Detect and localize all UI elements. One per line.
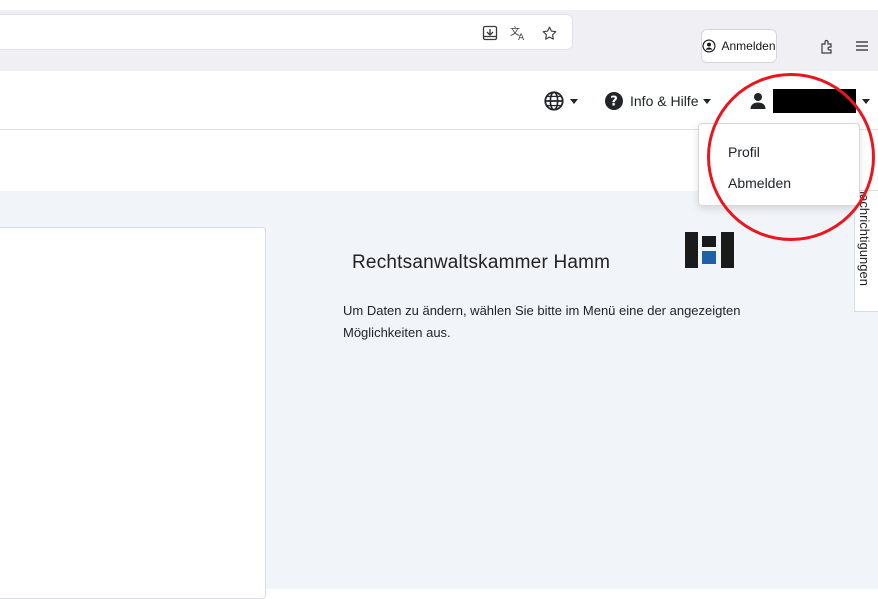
organization-title: Rechtsanwaltskammer Hamm [352,252,611,273]
browser-signin-button[interactable]: Anmelden [701,29,777,63]
notifications-side-tab[interactable]: Benachrichtigungen [854,190,878,312]
reader-mode-icon[interactable] [481,24,499,42]
help-icon: ? [605,92,623,110]
menu-item-logout[interactable]: Abmelden [728,175,791,191]
info-help-label: Info & Hilfe [630,93,699,109]
translate-icon[interactable]: 文A [510,24,528,42]
menu-icon[interactable] [853,37,871,55]
info-help-dropdown[interactable]: ? Info & Hilfe [604,89,712,113]
info-message: Um Daten zu ändern, wählen Sie bitte im … [343,303,741,340]
language-dropdown[interactable] [543,89,578,113]
chevron-down-icon [570,98,578,104]
organization-logo [685,232,734,268]
svg-text:?: ? [610,95,618,110]
chevron-down-icon [703,98,712,104]
user-menu-toggle[interactable] [749,89,870,113]
app-navbar [0,71,878,130]
redacted-username [773,89,856,113]
extensions-icon[interactable] [818,37,836,55]
globe-icon [544,91,564,111]
signin-label: Anmelden [721,39,776,53]
user-dropdown-menu: Profil Abmelden [698,123,860,206]
user-icon [750,93,766,109]
side-tab-label: Benachrichtigungen [857,190,872,286]
bookmark-star-icon[interactable] [540,24,558,42]
svg-text:A: A [518,33,525,41]
chevron-down-icon [862,98,870,104]
menu-item-profile[interactable]: Profil [728,144,760,160]
browser-tabstrip [0,0,878,10]
account-icon [702,39,716,53]
left-panel-card [0,227,266,599]
